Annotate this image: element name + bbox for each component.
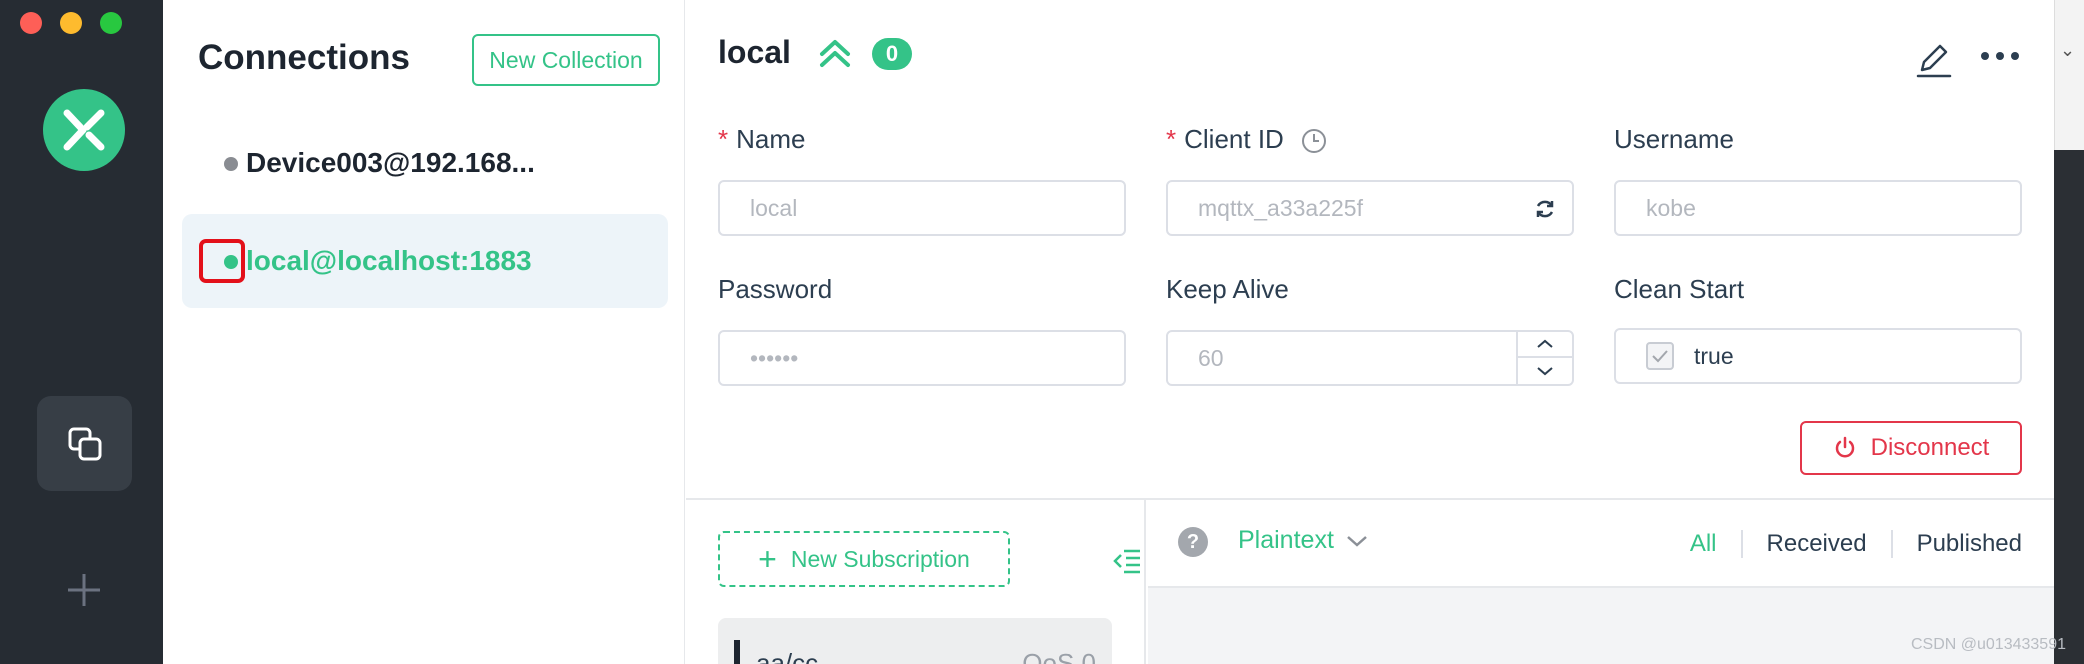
- window-close-button[interactable]: [20, 12, 42, 34]
- subscription-item[interactable]: aa/cc QoS 0: [718, 618, 1112, 664]
- help-icon[interactable]: ?: [1178, 527, 1208, 557]
- username-field[interactable]: kobe: [1614, 180, 2022, 236]
- topic-qos: QoS 0: [1022, 648, 1096, 664]
- chevron-up-icon: [1537, 339, 1553, 348]
- edit-icon[interactable]: [1914, 40, 1954, 85]
- keep-alive-label: Keep Alive: [1166, 274, 1289, 304]
- connection-label: local@localhost:1883: [246, 245, 532, 276]
- keep-alive-field[interactable]: 60: [1166, 330, 1574, 386]
- plus-icon: [68, 574, 100, 606]
- password-label: Password: [718, 274, 833, 304]
- topic-name: aa/cc: [756, 648, 819, 664]
- client-id-label: * Client ID: [1166, 124, 1327, 155]
- connection-item[interactable]: Device003@192.168...: [182, 116, 668, 210]
- chevron-down-icon: [1537, 367, 1553, 376]
- password-field[interactable]: ••••••: [718, 330, 1126, 386]
- keep-alive-stepper[interactable]: [1516, 332, 1572, 384]
- status-dot-connected: [224, 255, 238, 269]
- filter-all[interactable]: All: [1690, 530, 1741, 558]
- background-window-strip: [2054, 0, 2084, 150]
- check-icon: [1652, 350, 1668, 363]
- connections-panel: Connections New Collection Device003@192…: [163, 0, 685, 664]
- window-maximize-button[interactable]: [100, 12, 122, 34]
- status-dot-disconnected: [224, 157, 238, 171]
- connection-label: Device003@192.168...: [246, 147, 535, 178]
- clean-start-value: true: [1694, 342, 1734, 369]
- watermark: CSDN @u013433591: [1910, 636, 2066, 653]
- message-count-badge: 0: [872, 38, 912, 70]
- client-id-field[interactable]: mqttx_a33a225f: [1166, 180, 1574, 236]
- clock-icon[interactable]: [1301, 128, 1327, 154]
- connection-name: local: [718, 34, 791, 70]
- payload-format-select[interactable]: Plaintext: [1238, 526, 1368, 555]
- more-options-icon[interactable]: [1980, 48, 2020, 66]
- mqttx-logo-icon[interactable]: [43, 89, 125, 171]
- highlight-annotation: [199, 239, 245, 283]
- connection-item-selected[interactable]: local@localhost:1883: [182, 214, 668, 308]
- new-collection-button[interactable]: New Collection: [472, 34, 660, 86]
- clean-start-label: Clean Start: [1614, 274, 1745, 304]
- topic-color-bar: [734, 640, 740, 664]
- clean-start-field[interactable]: true: [1614, 328, 2022, 384]
- chevron-down-icon: ⌄: [2060, 40, 2076, 60]
- decrement-button[interactable]: [1518, 358, 1572, 384]
- connections-nav-button[interactable]: [37, 396, 132, 491]
- username-label: Username: [1614, 124, 1734, 154]
- clean-start-checkbox[interactable]: [1646, 342, 1674, 370]
- collapse-icon[interactable]: [818, 38, 852, 73]
- connections-title: Connections: [198, 38, 410, 77]
- filter-published[interactable]: Published: [1893, 530, 2022, 558]
- name-field[interactable]: local: [718, 180, 1126, 236]
- name-label: * Name: [718, 124, 806, 154]
- new-subscription-button[interactable]: + New Subscription: [718, 531, 1010, 587]
- refresh-icon[interactable]: [1534, 198, 1556, 220]
- message-filter-tabs: All Received Published: [1690, 530, 2022, 558]
- window-minimize-button[interactable]: [60, 12, 82, 34]
- disconnect-button[interactable]: Disconnect: [1800, 421, 2022, 475]
- filter-received[interactable]: Received: [1743, 530, 1891, 558]
- new-connection-button[interactable]: [60, 566, 108, 614]
- plus-icon: +: [758, 541, 777, 577]
- increment-button[interactable]: [1518, 332, 1572, 358]
- chevron-down-icon: [1347, 535, 1367, 547]
- connections-icon: [68, 427, 101, 460]
- power-icon: [1835, 436, 1854, 458]
- collapse-subscriptions-icon[interactable]: [1112, 548, 1142, 579]
